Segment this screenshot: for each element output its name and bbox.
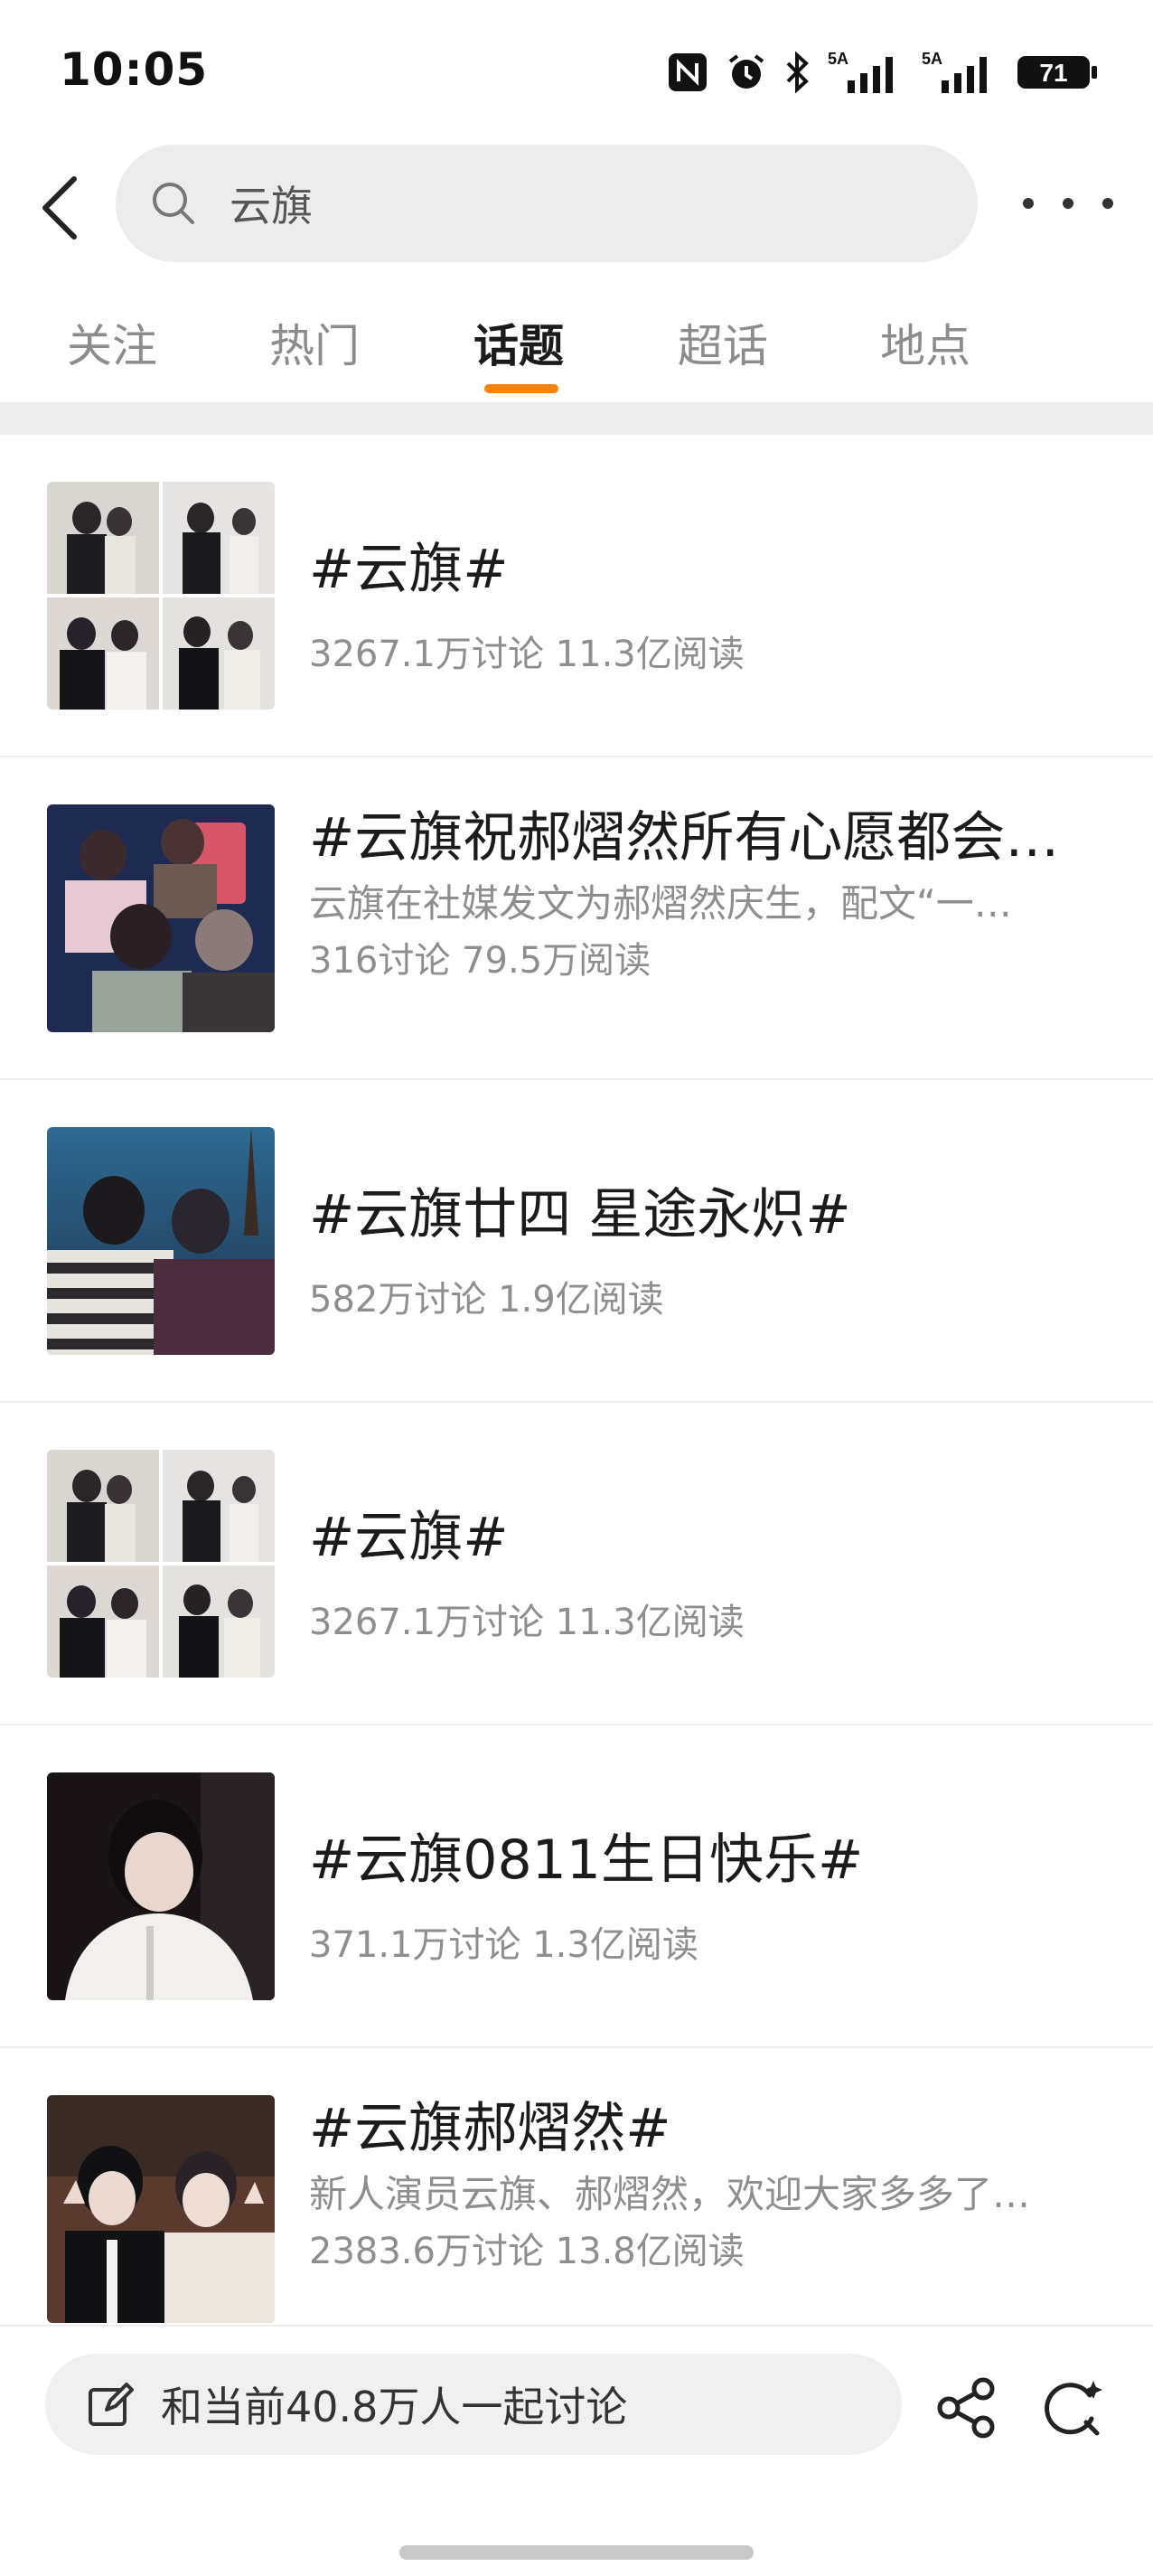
more-options-button[interactable] <box>1023 181 1113 226</box>
tab-topics[interactable]: 话题 <box>473 310 564 375</box>
topic-thumbnail <box>47 1127 275 1355</box>
topic-title: #云旗廿四 星途永炽# <box>309 1183 851 1246</box>
topic-row[interactable]: #云旗# 3267.1万讨论 11.3亿阅读 <box>0 435 1153 757</box>
refresh-button[interactable] <box>1036 2372 1108 2444</box>
share-icon <box>937 2377 995 2439</box>
topic-title: #云旗郝熠然# <box>309 2097 671 2160</box>
refresh-icon <box>1045 2381 1102 2436</box>
search-header: 云旗 <box>0 136 1153 271</box>
topic-stats: 316讨论 79.5万阅读 <box>309 940 651 982</box>
status-icons: 5A 5A 71 <box>667 47 1099 98</box>
tab-super-topic[interactable]: 超话 <box>678 310 768 375</box>
battery-icon: 71 <box>1016 51 1099 94</box>
back-button[interactable] <box>33 172 87 244</box>
status-time: 10:05 <box>60 43 209 96</box>
topic-row[interactable]: #云旗郝熠然# 新人演员云旗、郝熠然，欢迎大家多多了… 2383.6万讨论 13… <box>0 2048 1153 2371</box>
topic-title: #云旗# <box>309 538 509 601</box>
bluetooth-icon <box>784 51 811 94</box>
signal-icon-2: 5A <box>922 50 999 95</box>
topic-thumbnail <box>47 2095 275 2323</box>
section-divider <box>0 402 1153 435</box>
back-arrow-icon <box>42 176 77 240</box>
topic-stats: 582万讨论 1.9亿阅读 <box>309 1279 664 1321</box>
bottom-bar: 和当前40.8万人一起讨论 <box>0 2325 1153 2576</box>
topic-title: #云旗祝郝熠然所有心愿都会实… <box>309 806 1104 870</box>
tab-hot[interactable]: 热门 <box>269 310 360 375</box>
topic-title: #云旗# <box>309 1506 509 1569</box>
search-icon <box>150 178 201 229</box>
topic-title: #云旗0811生日快乐# <box>309 1829 864 1892</box>
signal-label-2: 5A <box>922 50 942 68</box>
status-bar: 10:05 5A 5A 71 <box>0 0 1153 136</box>
alarm-icon <box>725 51 768 94</box>
topic-row[interactable]: #云旗祝郝熠然所有心愿都会实… 云旗在社媒发文为郝熠然庆生，配文“一… 316讨… <box>0 757 1153 1080</box>
topic-row[interactable]: #云旗廿四 星途永炽# 582万讨论 1.9亿阅读 <box>0 1080 1153 1403</box>
topic-stats: 3267.1万讨论 11.3亿阅读 <box>309 634 745 675</box>
compose-placeholder: 和当前40.8万人一起讨论 <box>161 2383 628 2431</box>
topic-thumbnail <box>47 482 275 710</box>
search-tabs: 关注 热门 话题 超话 地点 <box>0 294 1153 402</box>
topic-row[interactable]: #云旗# 3267.1万讨论 11.3亿阅读 <box>0 1403 1153 1725</box>
topic-thumbnail <box>47 804 275 1032</box>
topic-description: 云旗在社媒发文为郝熠然庆生，配文“一… <box>309 881 1012 926</box>
topic-stats: 3267.1万讨论 11.3亿阅读 <box>309 1602 745 1643</box>
topic-thumbnail <box>47 1772 275 2000</box>
signal-icon-1: 5A <box>828 50 905 95</box>
nfc-icon <box>667 52 708 93</box>
signal-label-1: 5A <box>828 50 848 68</box>
battery-level: 71 <box>1039 59 1067 87</box>
tab-places[interactable]: 地点 <box>880 310 970 375</box>
search-value: 云旗 <box>230 182 313 230</box>
topic-description: 新人演员云旗、郝熠然，欢迎大家多多了… <box>309 2172 1031 2216</box>
search-input[interactable]: 云旗 <box>116 145 978 262</box>
home-indicator[interactable] <box>399 2545 754 2560</box>
topic-row[interactable]: #云旗0811生日快乐# 371.1万讨论 1.3亿阅读 <box>0 1725 1153 2048</box>
topic-stats: 2383.6万讨论 13.8亿阅读 <box>309 2231 745 2272</box>
compose-discussion-input[interactable]: 和当前40.8万人一起讨论 <box>45 2354 902 2455</box>
topic-stats: 371.1万讨论 1.3亿阅读 <box>309 1924 698 1966</box>
active-tab-indicator <box>484 384 558 393</box>
edit-icon <box>85 2378 137 2430</box>
more-dots-icon <box>1023 198 1034 209</box>
share-button[interactable] <box>933 2374 1001 2442</box>
tab-follow[interactable]: 关注 <box>67 310 157 375</box>
topic-thumbnail <box>47 1450 275 1678</box>
